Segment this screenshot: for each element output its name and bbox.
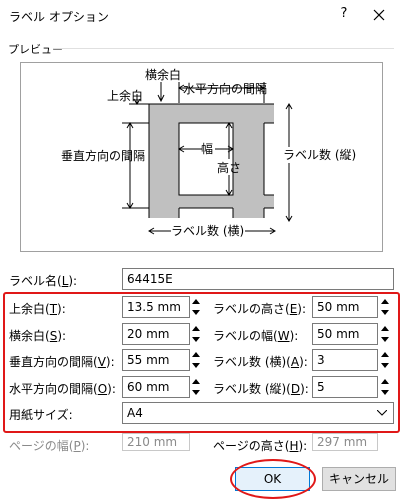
label-height-field[interactable]: 50 mm [312, 296, 378, 318]
page-width-label: ページの幅(P): [9, 439, 90, 453]
diagram-side-margin-label: 横余白 [145, 67, 181, 82]
arrow-down-icon [192, 390, 200, 395]
preview-group-label: プレビュー [8, 43, 63, 56]
side-margin-field[interactable]: 20 mm [122, 323, 190, 345]
spin-up-button[interactable] [377, 376, 393, 387]
dialog-title: ラベル オプション [9, 10, 109, 24]
spin-down-button[interactable] [377, 387, 393, 398]
label-width-label: ラベルの幅(W): [213, 329, 299, 343]
horizontal-pitch-label: 水平方向の間隔(O): [9, 382, 116, 396]
spin-up-button[interactable] [188, 349, 204, 360]
arrow-down-icon [192, 363, 200, 368]
label-width-field[interactable]: 50 mm [312, 323, 378, 345]
top-margin-spinner[interactable] [188, 296, 204, 318]
page-size-label: 用紙サイズ: [9, 408, 73, 422]
spin-down-button[interactable] [188, 360, 204, 371]
spin-up-button[interactable] [377, 323, 393, 334]
arrow-down-icon [381, 390, 389, 395]
number-across-field[interactable]: 3 [312, 349, 378, 371]
cancel-button[interactable]: キャンセル [322, 467, 396, 491]
title-bar: ラベル オプション ? [0, 0, 403, 32]
arrow-up-icon [192, 352, 200, 357]
number-down-field[interactable]: 5 [312, 376, 378, 398]
label-width-spinner[interactable] [377, 323, 393, 345]
diagram-number-down-label: ラベル数 (縦) [283, 147, 356, 162]
spin-down-button[interactable] [188, 307, 204, 318]
arrow-up-icon [192, 326, 200, 331]
diagram-height-label: 高さ [217, 160, 241, 175]
arrow-down-icon [381, 363, 389, 368]
spin-up-button[interactable] [377, 296, 393, 307]
spin-up-button[interactable] [188, 296, 204, 307]
highlight-circle-ok [230, 459, 316, 499]
label-cell-1 [178, 122, 234, 196]
label-cell-3 [179, 208, 233, 219]
close-button[interactable] [368, 4, 390, 26]
page-width-field: 210 mm [122, 433, 190, 451]
chevron-down-icon [377, 410, 387, 416]
vertical-pitch-spinner[interactable] [188, 349, 204, 371]
top-margin-field[interactable]: 13.5 mm [122, 296, 190, 318]
spin-up-button[interactable] [377, 349, 393, 360]
spin-up-button[interactable] [188, 376, 204, 387]
label-name-label: ラベル名(L): [9, 274, 78, 288]
label-layout-diagram: 横余白 上余白 水平方向の間隔 垂直方向の間隔 幅 高さ ラベル数 (縦) ラベ… [61, 67, 356, 238]
group-divider [53, 48, 394, 49]
arrow-down-icon [192, 337, 200, 342]
number-across-spinner[interactable] [377, 349, 393, 371]
page-size-value: A4 [127, 406, 143, 420]
arrow-down-icon [381, 337, 389, 342]
preview-panel: 横余白 上余白 水平方向の間隔 垂直方向の間隔 幅 高さ ラベル数 (縦) ラベ… [20, 62, 383, 252]
arrow-up-icon [192, 299, 200, 304]
number-across-label: ラベル数 (横)(A): [213, 355, 308, 369]
label-cell-2 [264, 123, 275, 195]
number-down-spinner[interactable] [377, 376, 393, 398]
arrow-up-icon [381, 299, 389, 304]
label-height-spinner[interactable] [377, 296, 393, 318]
arrow-down-icon [192, 310, 200, 315]
vertical-pitch-field[interactable]: 55 mm [122, 349, 190, 371]
spin-down-button[interactable] [188, 387, 204, 398]
page-size-select[interactable]: A4 [122, 402, 394, 424]
spin-up-button[interactable] [188, 323, 204, 334]
page-height-field: 297 mm [312, 433, 378, 451]
spin-down-button[interactable] [377, 360, 393, 371]
spin-down-button[interactable] [377, 307, 393, 318]
arrow-up-icon [381, 379, 389, 384]
label-name-field[interactable]: 64415E [122, 268, 394, 290]
diagram-number-across-label: ラベル数 (横) [171, 223, 244, 238]
number-down-label: ラベル数 (縦)(D): [213, 382, 309, 396]
diagram-top-margin-label: 上余白 [107, 88, 143, 103]
diagram-horizontal-pitch-label: 水平方向の間隔 [183, 81, 267, 96]
arrow-up-icon [192, 379, 200, 384]
side-margin-label: 横余白(S): [9, 329, 67, 343]
close-icon [373, 9, 385, 21]
spin-down-button[interactable] [188, 334, 204, 345]
vertical-pitch-label: 垂直方向の間隔(V): [9, 355, 115, 369]
arrow-up-icon [381, 326, 389, 331]
label-height-label: ラベルの高さ(E): [213, 302, 307, 316]
horizontal-pitch-spinner[interactable] [188, 376, 204, 398]
top-margin-label: 上余白(T): [9, 302, 66, 316]
diagram-vertical-pitch-label: 垂直方向の間隔 [61, 148, 145, 163]
diagram-width-label: 幅 [201, 141, 213, 156]
help-button[interactable]: ? [336, 6, 352, 24]
arrow-up-icon [381, 352, 389, 357]
label-cell-4 [264, 208, 275, 219]
page-height-label: ページの高さ(H): [213, 439, 308, 453]
horizontal-pitch-field[interactable]: 60 mm [122, 376, 190, 398]
arrow-down-icon [381, 310, 389, 315]
side-margin-spinner[interactable] [188, 323, 204, 345]
spin-down-button[interactable] [377, 334, 393, 345]
